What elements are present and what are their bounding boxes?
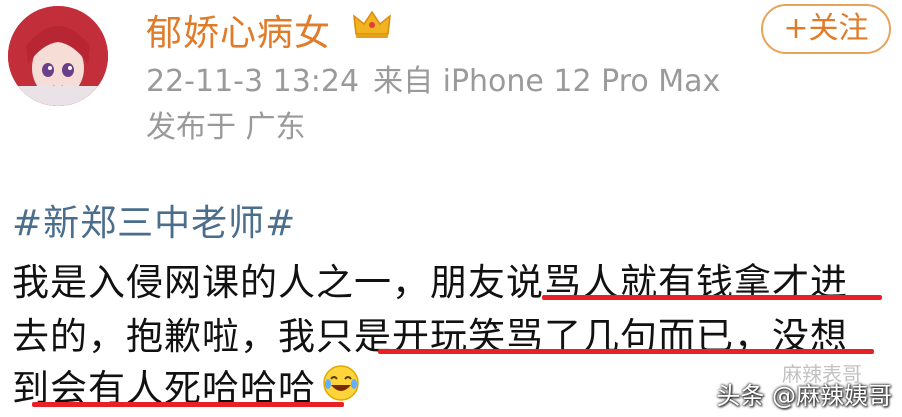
highlight-underline — [542, 295, 882, 300]
watermark: 头条 @麻辣姨哥 — [716, 382, 892, 410]
laughing-crying-emoji-icon — [323, 365, 359, 401]
crown-icon — [353, 10, 391, 38]
post-source: 来自 iPhone 12 Pro Max — [373, 64, 721, 99]
highlight-underline — [32, 402, 344, 407]
avatar-illustration — [8, 6, 108, 106]
post-location: 发布于 广东 — [146, 110, 306, 145]
avatar[interactable] — [8, 6, 108, 106]
post-meta: 22-11-3 13:24 来自 iPhone 12 Pro Max — [146, 56, 720, 100]
follow-button[interactable]: +关注 — [761, 4, 891, 54]
post-datetime: 22-11-3 13:24 — [146, 64, 360, 99]
username[interactable]: 郁娇心病女 — [146, 4, 331, 56]
highlight-underline — [378, 349, 874, 354]
hashtag-link[interactable]: #新郑三中老师# — [12, 194, 296, 246]
